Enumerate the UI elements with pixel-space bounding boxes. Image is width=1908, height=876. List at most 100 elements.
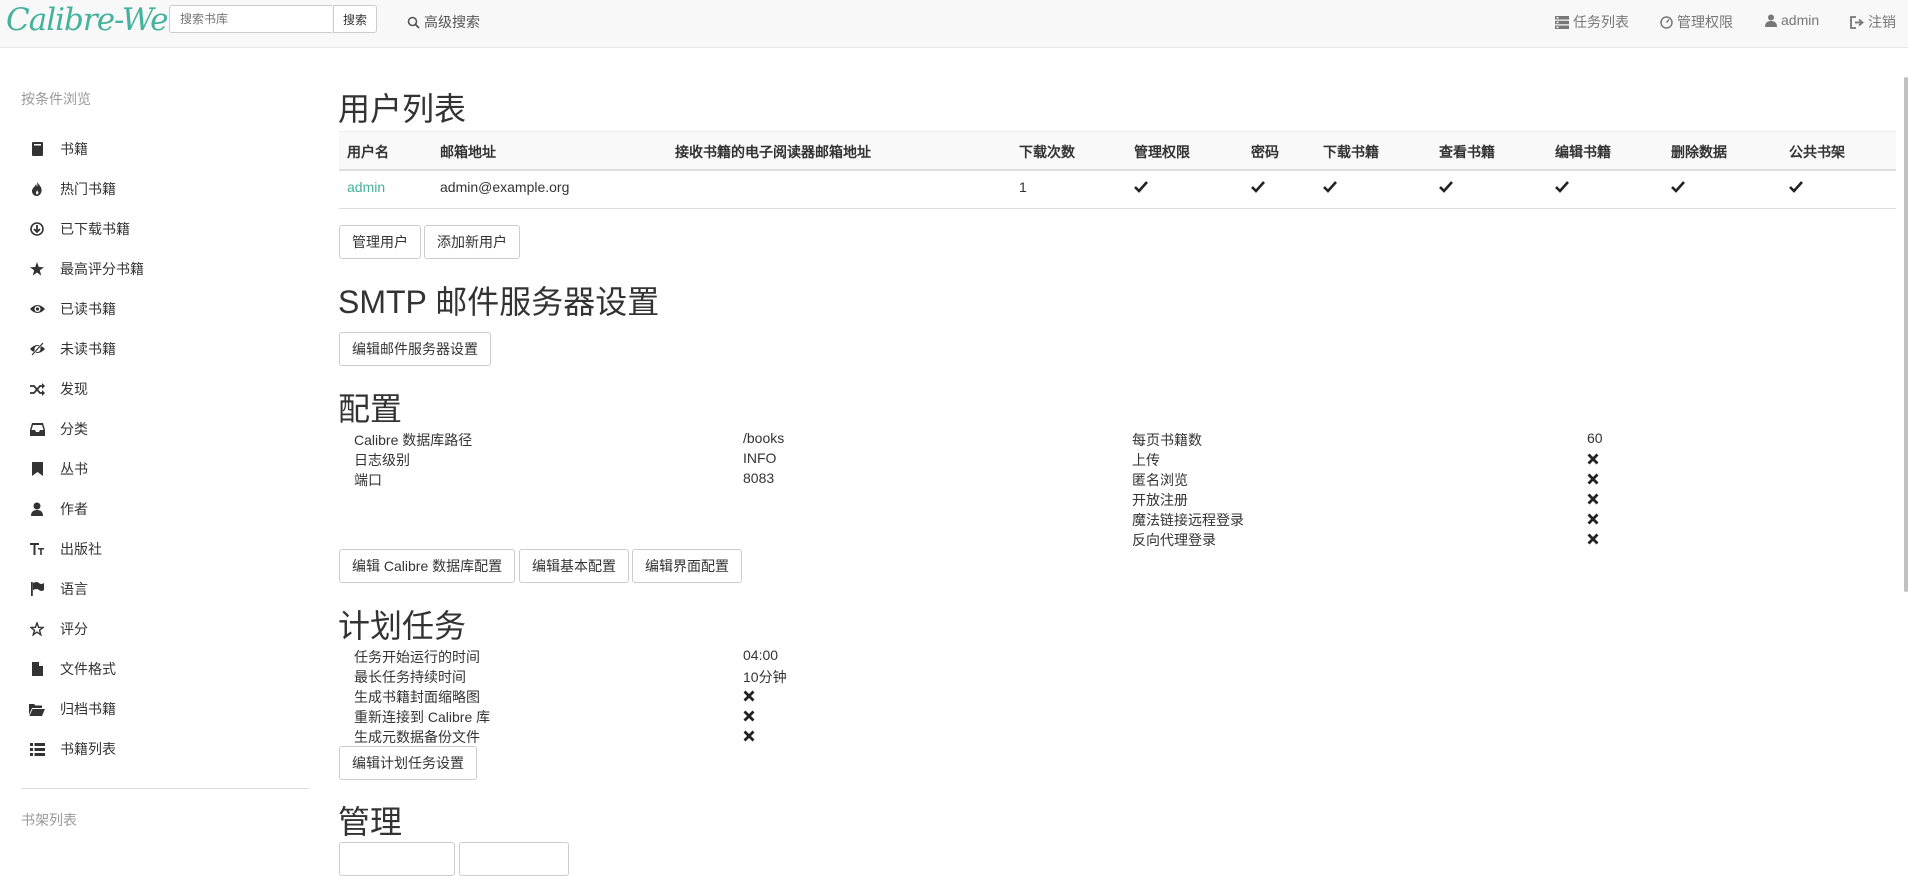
user-email-cell: admin@example.org [440,179,570,195]
sidebar-item[interactable]: 书籍列表 [29,739,116,759]
sidebar-item[interactable]: 已读书籍 [29,299,116,319]
folder-open-icon [29,703,45,716]
edit-calibre-db-button[interactable]: 编辑 Calibre 数据库配置 [339,549,516,583]
sidebar-header: 按条件浏览 [21,91,91,107]
sidebar-item-label: 作者 [60,501,88,517]
brand-logo[interactable]: Calibre-Web [6,2,187,38]
cross-icon [743,689,755,705]
sidebar-item-label: 文件格式 [60,661,116,677]
admin-title: 管理 [338,804,403,840]
column-header: 删除数据 [1671,144,1727,160]
navbar: Calibre-Web 搜索 高级搜索 任务列表 管理权限 admin 注销 [0,0,1908,48]
sidebar-item-label: 书籍 [60,141,88,157]
scheduled-title: 计划任务 [338,608,467,644]
setting-label: 匿名浏览 [1132,472,1188,488]
setting-label: 任务开始运行的时间 [354,649,480,665]
check-icon [1555,180,1569,196]
check-icon [1671,180,1685,196]
cross-icon [1587,472,1599,488]
setting-value: 8083 [743,470,775,486]
download-icon [29,222,45,236]
logout-link[interactable]: 注销 [1850,12,1896,32]
sidebar-item[interactable]: 归档书籍 [29,699,116,719]
sidebar-item-label: 已读书籍 [60,301,116,317]
edit-smtp-button[interactable]: 编辑邮件服务器设置 [339,332,491,366]
user-username-cell[interactable]: admin [347,179,385,195]
edit-scheduled-button[interactable]: 编辑计划任务设置 [339,746,477,780]
setting-value: /books [743,430,785,446]
tasks-label: 任务列表 [1573,14,1629,30]
edit-ui-config-button[interactable]: 编辑界面配置 [632,549,742,583]
config-title: 配置 [338,391,403,427]
column-header: 下载书籍 [1323,144,1379,160]
manage-users-button[interactable]: 管理用户 [339,225,421,259]
users-title: 用户列表 [338,91,467,127]
users-table-header [339,131,1896,171]
edit-basic-config-button[interactable]: 编辑基本配置 [519,549,629,583]
advanced-search-link[interactable]: 高级搜索 [407,12,480,32]
setting-label: 反向代理登录 [1132,532,1216,548]
user-label: admin [1781,12,1820,28]
sidebar-divider [21,788,309,789]
sidebar-item[interactable]: 文件格式 [29,659,116,679]
cross-icon [1587,492,1599,508]
inbox-icon [29,422,45,436]
check-icon [1439,180,1453,196]
bookmark-icon [29,462,45,476]
sidebar-item-label: 发现 [60,381,88,397]
sidebar-item[interactable]: 作者 [29,499,88,519]
smtp-title: SMTP 邮件服务器设置 [338,284,660,320]
sidebar-item-label: 评分 [60,621,88,637]
admin-action-button[interactable] [459,842,569,876]
sidebar-item[interactable]: 未读书籍 [29,339,116,359]
sidebar-item-label: 归档书籍 [60,701,116,717]
check-icon [1134,180,1148,196]
star-icon [29,262,45,276]
search-button[interactable]: 搜索 [333,5,377,33]
setting-value: 04:00 [743,647,779,663]
sidebar-item-label: 丛书 [60,461,88,477]
tasks-link[interactable]: 任务列表 [1555,12,1629,32]
column-header: 查看书籍 [1439,144,1495,160]
setting-label: 最长任务持续时间 [354,669,466,685]
setting-label: 魔法链接远程登录 [1132,512,1244,528]
sidebar-item[interactable]: 评分 [29,619,88,639]
column-header: 接收书籍的电子阅读器邮箱地址 [675,144,871,160]
book-icon [29,142,45,156]
sidebar-item-label: 分类 [60,421,88,437]
admin-panel-link[interactable]: 管理权限 [1660,12,1733,32]
sidebar-item-label: 语言 [60,581,88,597]
sidebar-item[interactable]: 已下载书籍 [29,219,130,239]
sidebar-item[interactable]: 出版社 [29,539,102,559]
setting-label: 开放注册 [1132,492,1188,508]
sidebar-item[interactable]: 语言 [29,579,88,599]
sidebar-item-label: 书籍列表 [60,741,116,757]
sidebar-item[interactable]: 书籍 [29,139,88,159]
sidebar-item[interactable]: 发现 [29,379,88,399]
user-downloads-cell: 1 [1019,179,1027,195]
cross-icon [743,729,755,745]
check-icon [1789,180,1803,196]
setting-label: Calibre 数据库路径 [354,432,473,448]
sidebar-item[interactable]: 丛书 [29,459,88,479]
search-icon [407,16,420,29]
setting-label: 生成元数据备份文件 [354,729,480,745]
sidebar-item[interactable]: 热门书籍 [29,179,116,199]
add-user-button[interactable]: 添加新用户 [424,225,520,259]
scrollbar[interactable] [1904,77,1908,592]
setting-value: 60 [1587,430,1603,446]
user-link[interactable]: admin [1765,12,1819,28]
admin-action-button[interactable] [339,842,455,876]
search-input[interactable] [169,5,332,33]
setting-label: 上传 [1132,452,1160,468]
column-header: 下载次数 [1019,144,1075,160]
setting-label: 重新连接到 Calibre 库 [354,709,491,725]
sidebar-item[interactable]: 分类 [29,419,88,439]
sidebar-item-label: 出版社 [60,541,102,557]
sidebar-item[interactable]: 最高评分书籍 [29,259,144,279]
column-header: 公共书架 [1789,144,1845,160]
text-size-icon [29,542,45,556]
logout-label: 注销 [1868,14,1896,30]
column-header: 编辑书籍 [1555,144,1611,160]
user-icon [29,502,45,516]
